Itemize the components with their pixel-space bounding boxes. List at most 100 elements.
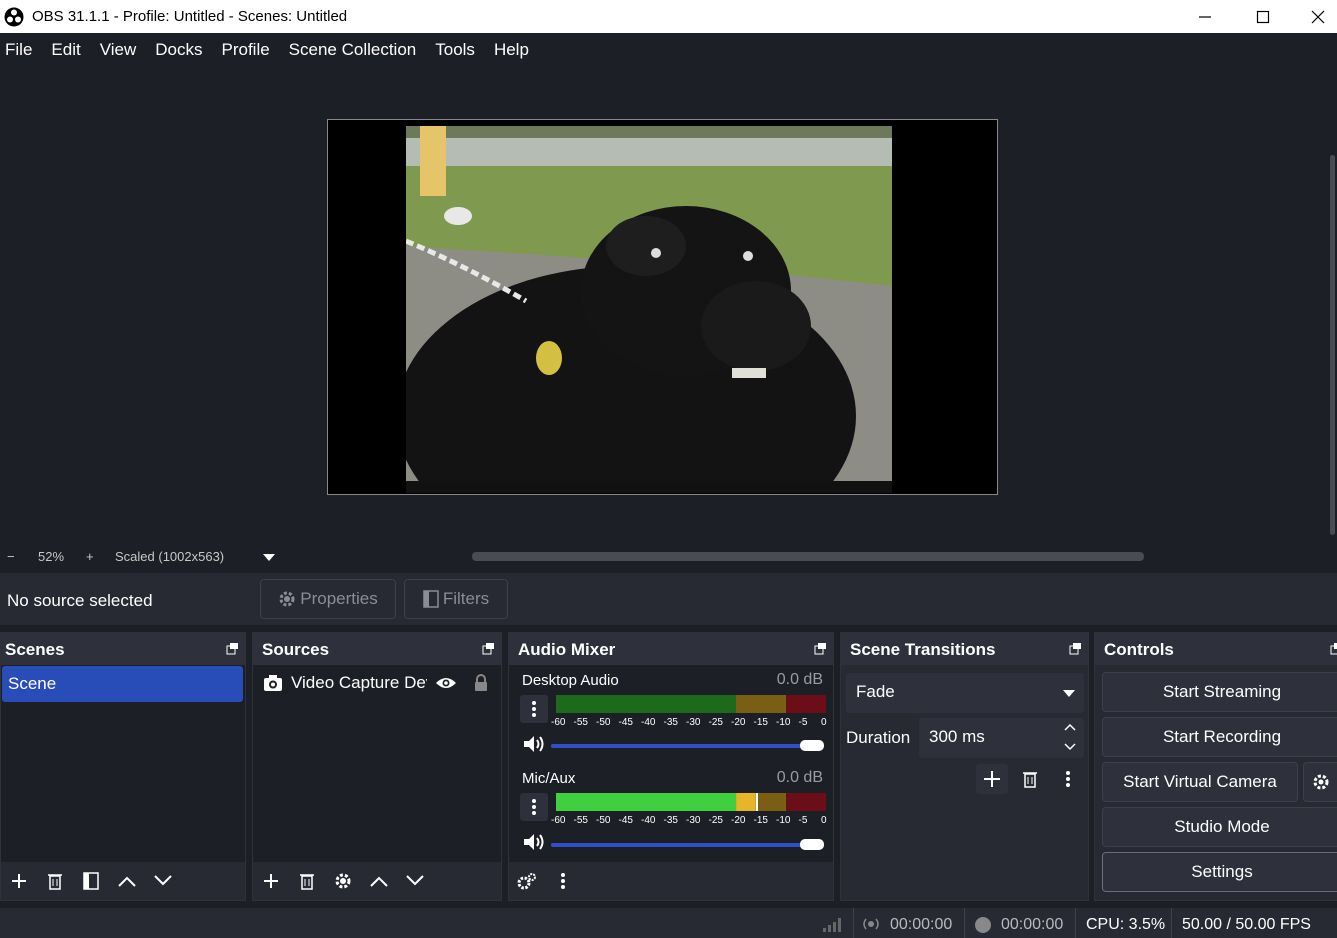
kebab-icon [532,799,536,815]
transition-select[interactable]: Fade [846,673,1084,713]
meter-scale-label: -50 [596,717,611,728]
zoom-in-button[interactable]: + [86,549,94,564]
meter-scale-label: -5 [798,717,808,728]
mute-button[interactable] [520,828,548,856]
preview-canvas[interactable] [327,119,998,495]
start-virtual-camera-button[interactable]: Start Virtual Camera [1102,762,1298,802]
eye-icon[interactable] [435,676,457,690]
meter-scale-label: -20 [731,717,746,728]
mixer-menu-button[interactable] [545,866,581,896]
dog-video-image [406,126,892,493]
filters-label: Filters [442,589,490,608]
move-source-up-button[interactable] [361,866,397,896]
menu-profile[interactable]: Profile [221,40,269,60]
fps-readout: 50.00 / 50.00 FPS [1182,916,1311,933]
volume-slider[interactable] [551,744,824,748]
advanced-audio-button[interactable] [509,866,545,896]
preview-vertical-scrollbar[interactable] [1327,67,1337,547]
status-bar: 00:00:00 00:00:00 CPU: 3.5% 50.00 / 50.0… [0,908,1337,938]
meter-scale-label: 0 [821,815,827,826]
scenes-header: Scenes [1,633,245,665]
mixer-title: Audio Mixer [518,640,616,659]
meter-scale-label: -15 [753,815,768,826]
studio-mode-button[interactable]: Studio Mode [1102,807,1337,847]
properties-button[interactable]: Properties [260,579,396,619]
volume-slider-handle[interactable] [800,740,824,751]
add-source-button[interactable] [253,866,289,896]
volume-slider-handle[interactable] [800,839,824,850]
chevron-up-icon[interactable] [1064,723,1076,731]
speaker-icon [524,736,544,752]
add-scene-button[interactable] [1,866,37,896]
source-item[interactable]: Video Capture Dev [263,673,489,693]
divider [853,908,854,938]
mute-button[interactable] [520,730,548,758]
filter-icon [423,590,439,608]
undock-icon[interactable] [1330,642,1337,655]
trash-icon [48,874,62,890]
meter-scale-label: -60 [551,815,566,826]
channel-menu-button[interactable] [520,695,548,723]
filters-button[interactable]: Filters [404,579,508,619]
minimize-button[interactable] [1177,0,1233,33]
menu-help[interactable]: Help [494,40,529,60]
menu-file[interactable]: File [5,40,32,60]
settings-button[interactable]: Settings [1102,852,1337,892]
volume-slider[interactable] [551,843,824,847]
close-button[interactable] [1290,0,1337,33]
scrollbar-thumb[interactable] [1330,155,1335,535]
lock-icon[interactable] [473,674,489,692]
maximize-button[interactable] [1235,0,1291,33]
add-transition-button[interactable] [976,764,1008,794]
channel-db: 0.0 dB [776,671,823,688]
transition-menu-button[interactable] [1053,764,1083,794]
source-properties-button[interactable] [325,866,361,896]
remove-transition-button[interactable] [1015,764,1045,794]
camera-icon [264,675,282,691]
transitions-title: Scene Transitions [850,640,996,659]
menu-scene-collection[interactable]: Scene Collection [289,40,417,60]
preview-horizontal-scrollbar[interactable] [472,552,1144,561]
scaling-dropdown-icon[interactable] [262,552,276,562]
menu-edit[interactable]: Edit [51,40,80,60]
scenes-dock: Scenes Scene [0,632,246,901]
meter-scale-label: -40 [641,717,656,728]
plus-icon [12,874,26,888]
move-scene-down-button[interactable] [145,866,181,896]
virtual-camera-settings-button[interactable] [1303,762,1337,802]
start-recording-button[interactable]: Start Recording [1102,717,1337,757]
undock-icon[interactable] [482,642,495,655]
start-streaming-button[interactable]: Start Streaming [1102,672,1337,712]
remove-source-button[interactable] [289,866,325,896]
kebab-icon [532,701,536,717]
menu-tools[interactable]: Tools [435,40,475,60]
undock-icon[interactable] [814,642,827,655]
move-scene-up-button[interactable] [109,866,145,896]
menu-view[interactable]: View [100,40,137,60]
zoom-out-button[interactable]: − [7,549,15,564]
stream-time: 00:00:00 [890,916,953,933]
undock-icon[interactable] [1069,642,1082,655]
menu-docks[interactable]: Docks [155,40,202,60]
meter-scale-label: 0 [821,717,827,728]
scene-filters-button[interactable] [73,866,109,896]
title-bar: OBS 31.1.1 - Profile: Untitled - Scenes:… [0,0,1337,33]
move-source-down-button[interactable] [397,866,433,896]
scenes-title: Scenes [5,640,65,659]
meter-scale-label: -50 [596,815,611,826]
remove-scene-button[interactable] [37,866,73,896]
sources-title: Sources [262,640,330,659]
scene-item[interactable]: Scene [2,666,243,702]
controls-header: Controls [1095,633,1337,665]
duration-spinbox[interactable]: 300 ms [919,718,1084,758]
recording-time: 00:00:00 [1001,916,1064,933]
chevron-down-icon[interactable] [1064,743,1076,751]
channel-menu-button[interactable] [520,793,548,821]
scaling-mode: Scaled (1002x563) [115,549,225,564]
undock-icon[interactable] [226,642,239,655]
volume-meter [556,695,826,713]
record-icon [975,917,991,933]
meter-scale-label: -35 [663,815,678,826]
chevron-down-icon [406,875,424,886]
meter-scale-label: -25 [708,717,723,728]
